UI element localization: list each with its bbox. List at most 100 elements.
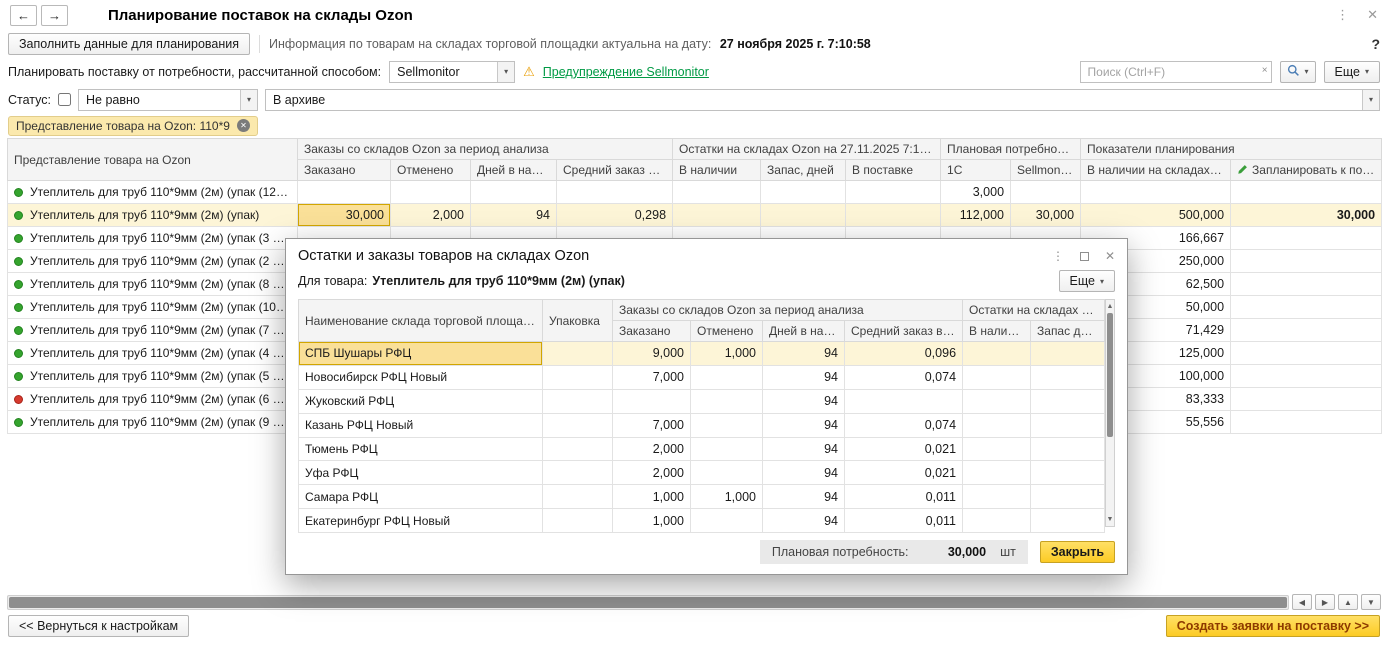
cell[interactable]: 0,096 [845, 342, 963, 366]
cell[interactable]: 7,000 [613, 365, 691, 389]
cell[interactable]: 0,021 [845, 437, 963, 461]
column-header[interactable]: Sellmonitor [1011, 160, 1081, 181]
search-input[interactable] [1080, 61, 1272, 83]
cell[interactable] [1011, 181, 1081, 204]
cell[interactable]: 30,000 [1011, 204, 1081, 227]
cell[interactable]: 0,011 [845, 509, 963, 533]
cell[interactable] [691, 365, 763, 389]
column-header[interactable]: Средний заказ в день [845, 321, 963, 342]
column-header[interactable]: В поставке [846, 160, 941, 181]
pack-cell[interactable] [543, 342, 613, 366]
fill-data-button[interactable]: Заполнить данные для планирования [8, 33, 250, 55]
status-operator-combobox[interactable]: Не равно ▾ [78, 89, 258, 111]
table-row[interactable]: Утеплитель для труб 110*9мм (2м) (упак (… [8, 181, 1382, 204]
back-button[interactable]: ← [10, 5, 37, 26]
scroll-right-button[interactable]: ▶ [1315, 594, 1335, 610]
cell[interactable]: 94 [471, 204, 557, 227]
cell[interactable]: 3,000 [941, 181, 1011, 204]
cell[interactable] [613, 389, 691, 413]
cell[interactable] [761, 181, 846, 204]
cell[interactable] [963, 437, 1031, 461]
column-header[interactable]: Дней в налич... [471, 160, 557, 181]
chevron-down-icon[interactable]: ▾ [1362, 90, 1379, 110]
product-cell[interactable]: Утеплитель для труб 110*9мм (2м) (упак (… [8, 273, 298, 296]
cell[interactable]: 9,000 [613, 342, 691, 366]
cell[interactable] [1031, 437, 1105, 461]
cell[interactable]: 2,000 [391, 204, 471, 227]
cell[interactable]: 94 [763, 413, 845, 437]
cell[interactable]: 94 [763, 461, 845, 485]
cell[interactable] [1031, 485, 1105, 509]
warehouse-cell[interactable]: Уфа РФЦ [299, 461, 543, 485]
cell[interactable] [1231, 227, 1382, 250]
forward-button[interactable]: → [41, 5, 68, 26]
cell[interactable] [1231, 411, 1382, 434]
product-cell[interactable]: Утеплитель для труб 110*9мм (2м) (упак) [8, 204, 298, 227]
cell[interactable]: 94 [763, 485, 845, 509]
column-header[interactable]: Дней в наличии [763, 321, 845, 342]
cell[interactable] [963, 413, 1031, 437]
cell[interactable] [673, 181, 761, 204]
help-icon[interactable]: ? [1371, 36, 1380, 52]
cell[interactable] [391, 181, 471, 204]
cell[interactable] [1231, 365, 1382, 388]
scrollbar-track[interactable] [1106, 313, 1114, 513]
column-header[interactable]: Заказано [298, 160, 391, 181]
table-row[interactable]: Жуковский РФЦ94 [299, 389, 1105, 413]
product-cell[interactable]: Утеплитель для труб 110*9мм (2м) (упак (… [8, 250, 298, 273]
pack-cell[interactable] [543, 365, 613, 389]
pack-cell[interactable] [543, 437, 613, 461]
cell[interactable] [1231, 250, 1382, 273]
column-header[interactable]: В наличии на складах 1С [1081, 160, 1231, 181]
pack-cell[interactable] [543, 413, 613, 437]
maximize-icon[interactable] [1080, 252, 1089, 261]
warehouse-cell[interactable]: Самара РФЦ [299, 485, 543, 509]
remove-filter-icon[interactable]: ✕ [237, 119, 250, 132]
warehouse-cell[interactable]: Казань РФЦ Новый [299, 413, 543, 437]
column-header-pack[interactable]: Упаковка [543, 300, 613, 342]
cell[interactable]: 2,000 [613, 461, 691, 485]
cell[interactable]: 94 [763, 389, 845, 413]
column-header[interactable]: Средний заказ в день [557, 160, 673, 181]
modal-close-icon[interactable]: ✕ [1105, 249, 1115, 263]
cell[interactable] [1231, 319, 1382, 342]
filter-chip[interactable]: Представление товара на Ozon: 110*9 ✕ [8, 116, 258, 136]
cell[interactable] [963, 485, 1031, 509]
cell[interactable]: 0,074 [845, 365, 963, 389]
product-cell[interactable]: Утеплитель для труб 110*9мм (2м) (упак (… [8, 342, 298, 365]
cell[interactable]: 112,000 [941, 204, 1011, 227]
warehouse-cell[interactable]: СПБ Шушары РФЦ [299, 342, 543, 366]
method-combobox[interactable]: Sellmonitor ▾ [389, 61, 515, 83]
cell[interactable] [1031, 509, 1105, 533]
column-header-warehouse[interactable]: Наименование склада торговой площадки [299, 300, 543, 342]
cell[interactable] [673, 204, 761, 227]
search-button[interactable]: ▾ [1280, 61, 1316, 83]
column-header[interactable]: Запланировать к поста... [1231, 160, 1382, 181]
cell[interactable]: 94 [763, 509, 845, 533]
cell[interactable] [557, 181, 673, 204]
cell[interactable]: 0,298 [557, 204, 673, 227]
product-cell[interactable]: Утеплитель для труб 110*9мм (2м) (упак (… [8, 181, 298, 204]
cell[interactable] [845, 389, 963, 413]
cell[interactable] [1231, 342, 1382, 365]
cell[interactable]: 94 [763, 342, 845, 366]
scroll-down-button[interactable]: ▼ [1361, 594, 1381, 610]
product-cell[interactable]: Утеплитель для труб 110*9мм (2м) (упак (… [8, 388, 298, 411]
product-cell[interactable]: Утеплитель для труб 110*9мм (2м) (упак (… [8, 227, 298, 250]
cell[interactable] [1031, 461, 1105, 485]
column-header[interactable]: В наличии [963, 321, 1031, 342]
cell[interactable] [1031, 365, 1105, 389]
clear-search-icon[interactable]: × [1262, 65, 1268, 76]
table-row[interactable]: Утеплитель для труб 110*9мм (2м) (упак) 3… [8, 204, 1382, 227]
table-row[interactable]: Тюмень РФЦ2,000940,021 [299, 437, 1105, 461]
table-row[interactable]: Новосибирск РФЦ Новый7,000940,074 [299, 365, 1105, 389]
table-row[interactable]: Екатеринбург РФЦ Новый1,000940,011 [299, 509, 1105, 533]
close-icon[interactable]: ✕ [1367, 7, 1378, 23]
cell[interactable] [1231, 181, 1382, 204]
cell[interactable]: 1,000 [691, 485, 763, 509]
cell[interactable] [963, 342, 1031, 366]
column-header[interactable]: Отменено [691, 321, 763, 342]
cell[interactable] [1031, 342, 1105, 366]
status-checkbox[interactable] [58, 93, 71, 106]
pack-cell[interactable] [543, 485, 613, 509]
